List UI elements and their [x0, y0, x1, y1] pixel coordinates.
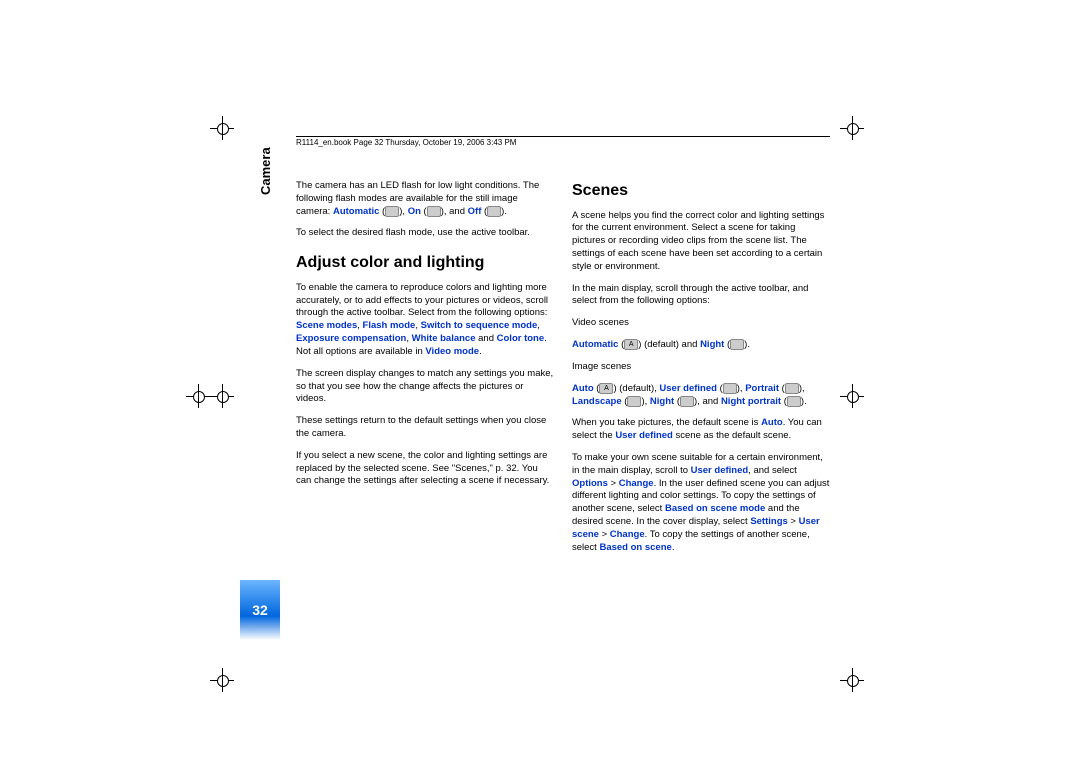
adjust-options: To enable the camera to reproduce colors… [296, 282, 554, 359]
flash-select: To select the desired flash mode, use th… [296, 227, 554, 240]
crop-mark [840, 668, 864, 692]
default-return: These settings return to the default set… [296, 415, 554, 441]
crop-mark [210, 116, 234, 140]
column-left: The camera has an LED flash for low ligh… [296, 180, 554, 564]
scenes-intro: A scene helps you find the correct color… [572, 210, 830, 274]
auto-icon: A [624, 339, 638, 350]
night-icon [730, 339, 744, 350]
header-rule [296, 136, 830, 137]
side-label: Camera [258, 147, 273, 195]
user-defined-icon [723, 383, 737, 394]
crop-mark [210, 668, 234, 692]
new-scene-note: If you select a new scene, the color and… [296, 450, 554, 488]
image-scenes-list: Auto (A) (default), User defined (), Por… [572, 383, 830, 409]
flash-auto-icon [385, 206, 399, 217]
video-scenes-list: Automatic (A) (default) and Night (). [572, 339, 830, 352]
flash-on-icon [427, 206, 441, 217]
display-match: The screen display changes to match any … [296, 368, 554, 406]
portrait-icon [785, 383, 799, 394]
scenes-scroll: In the main display, scroll through the … [572, 283, 830, 309]
crop-mark [840, 116, 864, 140]
default-scene: When you take pictures, the default scen… [572, 417, 830, 443]
auto-icon: A [599, 383, 613, 394]
crop-mark [840, 384, 864, 408]
video-scenes-label: Video scenes [572, 317, 830, 330]
heading-scenes: Scenes [572, 180, 830, 202]
page-content: R1114_en.book Page 32 Thursday, October … [240, 130, 830, 650]
crop-mark [210, 384, 234, 408]
image-scenes-label: Image scenes [572, 361, 830, 374]
crop-mark [186, 384, 210, 408]
header-text: R1114_en.book Page 32 Thursday, October … [296, 138, 516, 147]
own-scene: To make your own scene suitable for a ce… [572, 452, 830, 555]
flash-off-icon [487, 206, 501, 217]
landscape-icon [627, 396, 641, 407]
night-icon [680, 396, 694, 407]
text-columns: The camera has an LED flash for low ligh… [296, 180, 830, 564]
heading-adjust: Adjust color and lighting [296, 252, 554, 274]
page-number: 32 [240, 580, 280, 640]
night-portrait-icon [787, 396, 801, 407]
column-right: Scenes A scene helps you find the correc… [572, 180, 830, 564]
flash-intro: The camera has an LED flash for low ligh… [296, 180, 554, 218]
